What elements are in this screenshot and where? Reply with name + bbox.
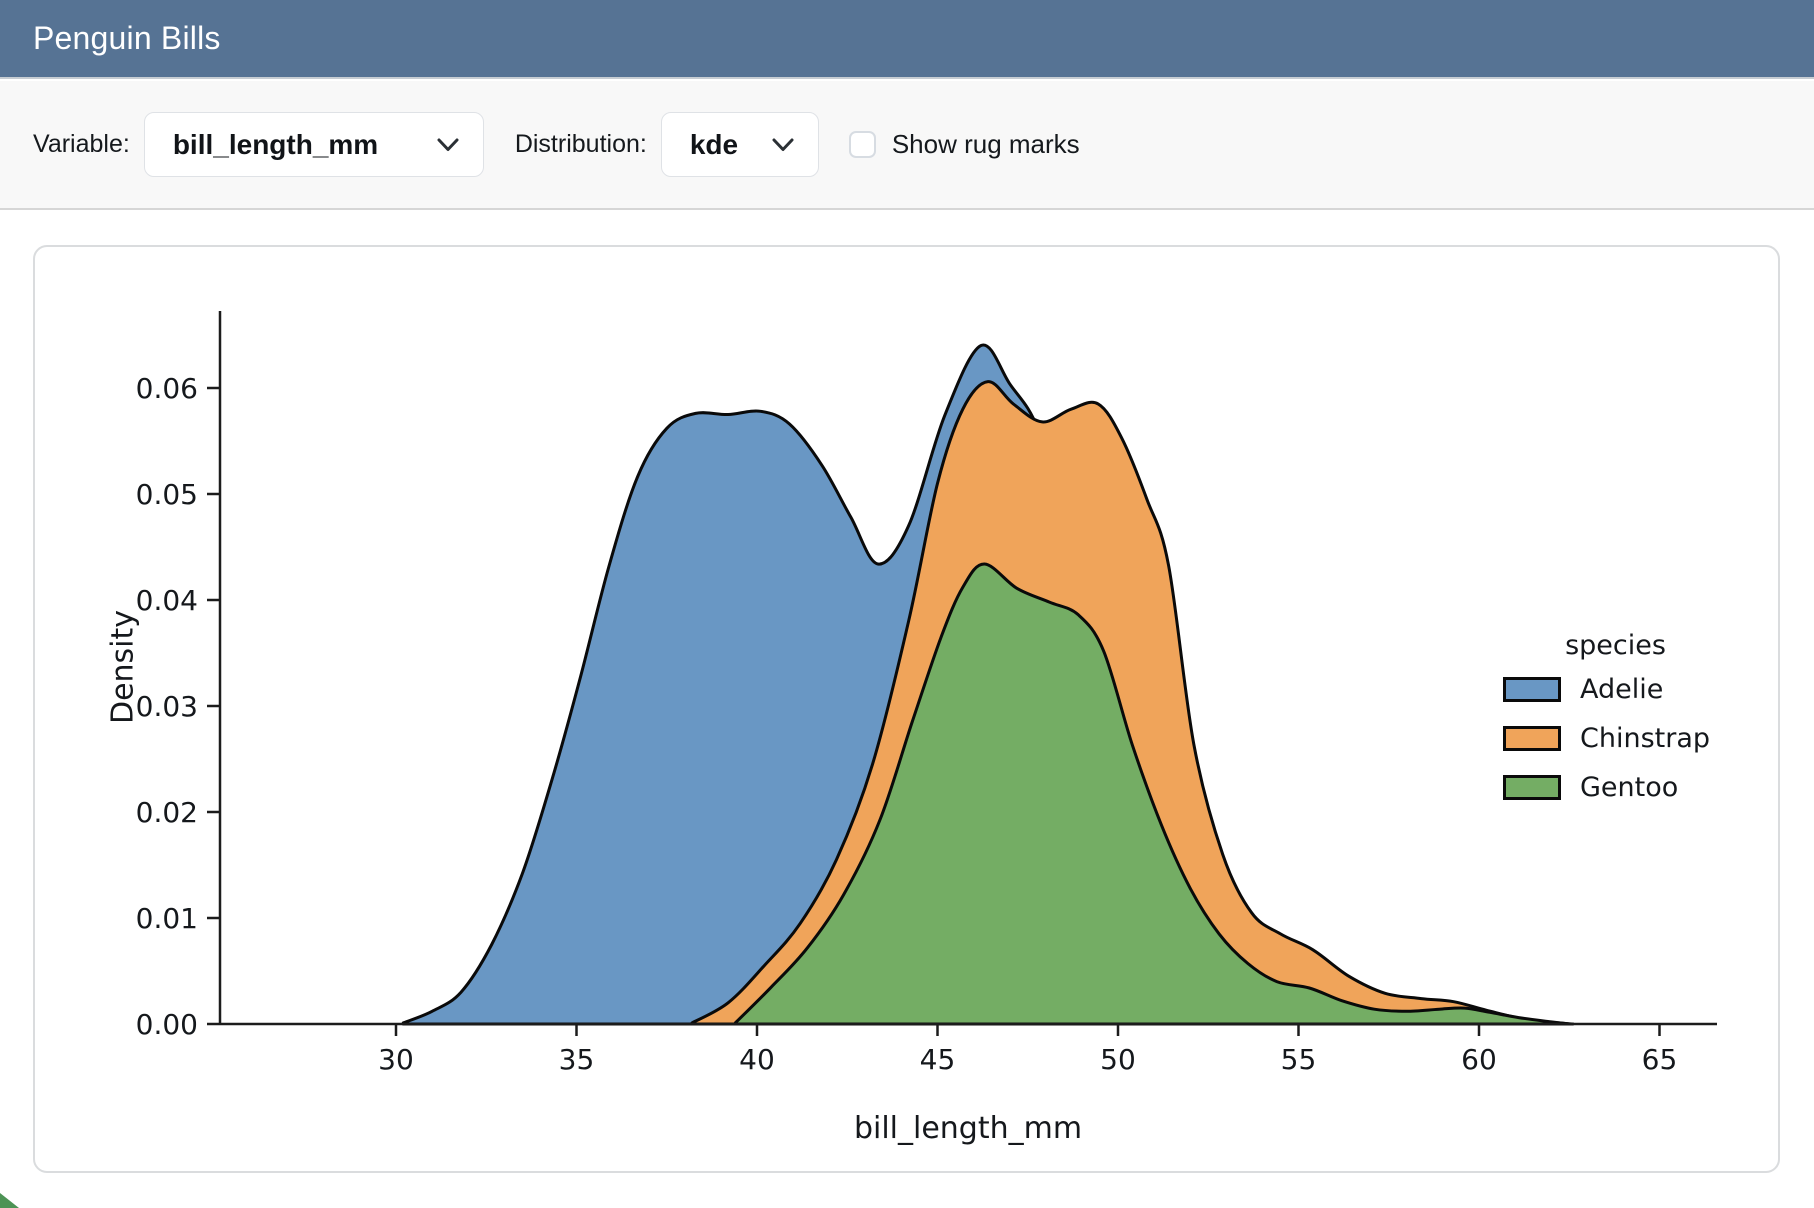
rug-checkbox[interactable] (849, 131, 876, 158)
svg-text:40: 40 (739, 1043, 775, 1076)
svg-text:45: 45 (920, 1043, 956, 1076)
svg-text:0.03: 0.03 (136, 690, 198, 723)
legend-swatch (1503, 677, 1561, 702)
chart-card: 30 35 40 45 50 55 60 65 0.00 0.01 0.02 0.03 0.04 0.05… (33, 245, 1780, 1173)
legend: species Adelie Chinstrap Gentoo (1503, 630, 1728, 821)
svg-text:55: 55 (1281, 1043, 1317, 1076)
variable-select[interactable]: bill_length_mm (144, 112, 484, 177)
svg-text:65: 65 (1642, 1043, 1678, 1076)
legend-item: Gentoo (1503, 772, 1728, 803)
svg-text:0.00: 0.00 (136, 1008, 198, 1041)
legend-title: species (1503, 630, 1728, 661)
chevron-down-icon (437, 138, 459, 152)
partial-chart-corner-peek (0, 1193, 19, 1208)
svg-text:0.02: 0.02 (136, 796, 198, 829)
page-title: Penguin Bills (33, 20, 221, 57)
variable-label: Variable: (33, 130, 130, 159)
rug-checkbox-label: Show rug marks (892, 129, 1080, 160)
x-axis-title: bill_length_mm (368, 1111, 1568, 1146)
distribution-label: Distribution: (515, 130, 647, 159)
svg-text:0.01: 0.01 (136, 902, 198, 935)
svg-text:60: 60 (1461, 1043, 1497, 1076)
chevron-down-icon (772, 138, 794, 152)
svg-text:0.06: 0.06 (136, 372, 198, 405)
svg-text:0.04: 0.04 (136, 584, 198, 617)
legend-item: Chinstrap (1503, 723, 1728, 754)
variable-select-value: bill_length_mm (173, 129, 378, 161)
rug-checkbox-group: Show rug marks (849, 129, 1080, 160)
legend-item: Adelie (1503, 674, 1728, 705)
legend-label: Gentoo (1580, 772, 1678, 803)
svg-text:35: 35 (559, 1043, 595, 1076)
app-header: Penguin Bills (0, 0, 1814, 79)
svg-text:30: 30 (378, 1043, 414, 1076)
legend-swatch (1503, 775, 1561, 800)
svg-text:50: 50 (1100, 1043, 1136, 1076)
distribution-select-value: kde (690, 129, 738, 161)
svg-text:0.05: 0.05 (136, 478, 198, 511)
legend-swatch (1503, 726, 1561, 751)
y-axis-title: Density (106, 610, 141, 724)
distribution-select[interactable]: kde (661, 112, 819, 177)
controls-toolbar: Variable: bill_length_mm Distribution: k… (0, 81, 1814, 210)
legend-label: Chinstrap (1580, 723, 1710, 754)
legend-rows: Adelie Chinstrap Gentoo (1503, 674, 1728, 803)
legend-label: Adelie (1580, 674, 1663, 705)
